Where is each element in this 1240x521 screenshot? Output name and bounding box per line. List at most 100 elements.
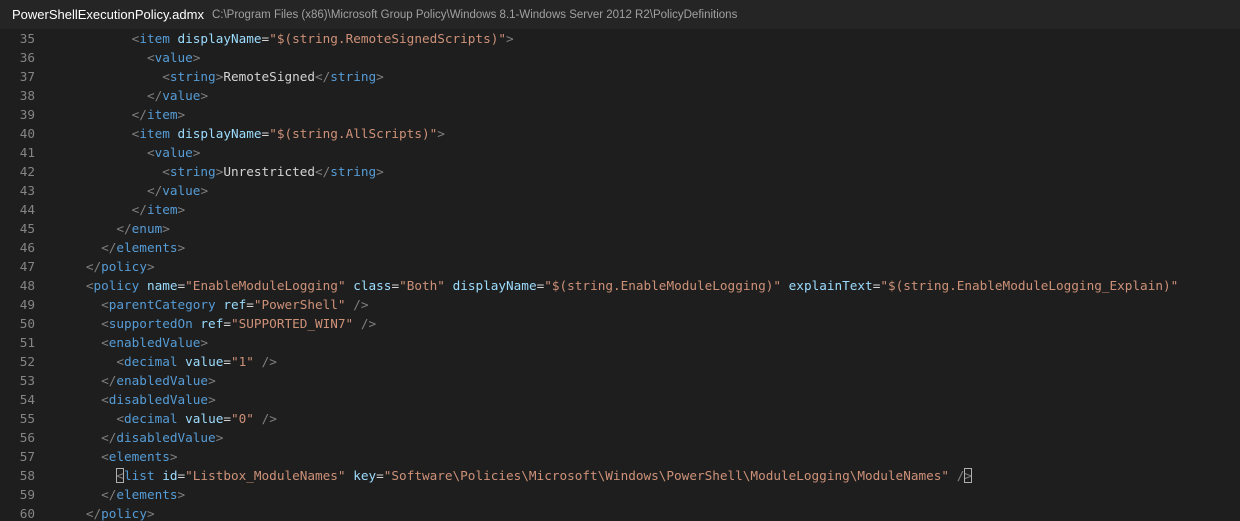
code-line[interactable]: 44 </item> xyxy=(0,200,1240,219)
code-token: > xyxy=(200,335,209,350)
code-line[interactable]: 54 <disabledValue> xyxy=(0,390,1240,409)
line-code: </enum> xyxy=(35,219,169,238)
code-token: = xyxy=(223,411,231,426)
code-line[interactable]: 45 </enum> xyxy=(0,219,1240,238)
code-line[interactable]: 37 <string>RemoteSigned</string> xyxy=(0,67,1240,86)
line-code: <string>RemoteSigned</string> xyxy=(35,67,384,86)
code-token: = xyxy=(223,316,231,331)
code-token: /> xyxy=(353,297,369,312)
code-line[interactable]: 60 </policy> xyxy=(0,504,1240,521)
code-token: </ xyxy=(131,202,147,217)
line-code: </policy> xyxy=(35,504,155,521)
code-token: > xyxy=(376,164,384,179)
code-token: disabledValue xyxy=(108,392,209,407)
code-token: decimal xyxy=(124,354,178,369)
code-line[interactable]: 41 <value> xyxy=(0,143,1240,162)
code-token: </ xyxy=(101,487,117,502)
code-line[interactable]: 36 <value> xyxy=(0,48,1240,67)
matched-bracket: > xyxy=(964,468,972,483)
code-token: < xyxy=(101,392,109,407)
code-token: "Software\Policies\Microsoft\Windows\Pow… xyxy=(383,468,950,483)
code-line[interactable]: 40 <item displayName="$(string.AllScript… xyxy=(0,124,1240,143)
line-code: </value> xyxy=(35,86,208,105)
line-number: 46 xyxy=(19,240,35,255)
code-token: "0" xyxy=(231,411,254,426)
code-token: string xyxy=(330,164,377,179)
title-bar: PowerShellExecutionPolicy.admx C:\Progra… xyxy=(0,0,1240,29)
code-token: < xyxy=(162,69,170,84)
code-token: > xyxy=(177,107,186,122)
code-line[interactable]: 56 </disabledValue> xyxy=(0,428,1240,447)
code-line[interactable]: 57 <elements> xyxy=(0,447,1240,466)
code-token: < xyxy=(101,316,109,331)
code-token: "SUPPORTED_WIN7" xyxy=(230,316,354,331)
code-token: elements xyxy=(108,449,170,464)
code-line[interactable]: 49 <parentCategory ref="PowerShell" /> xyxy=(0,295,1240,314)
code-line[interactable]: 46 </elements> xyxy=(0,238,1240,257)
code-token: item xyxy=(139,126,170,141)
code-line[interactable]: 47 </policy> xyxy=(0,257,1240,276)
code-line[interactable]: 38 </value> xyxy=(0,86,1240,105)
code-editor[interactable]: 35 <item displayName="$(string.RemoteSig… xyxy=(0,29,1240,521)
code-token: </ xyxy=(85,506,102,521)
code-token: value xyxy=(162,183,201,198)
code-line[interactable]: 59 </elements> xyxy=(0,485,1240,504)
code-token: > xyxy=(177,202,186,217)
code-line[interactable]: 51 <enabledValue> xyxy=(0,333,1240,352)
code-line[interactable]: 39 </item> xyxy=(0,105,1240,124)
code-token: = xyxy=(376,468,384,483)
line-number: 52 xyxy=(19,354,35,369)
line-number: 56 xyxy=(19,430,35,445)
code-token: Unrestricted xyxy=(223,164,316,179)
code-line[interactable]: 50 <supportedOn ref="SUPPORTED_WIN7" /> xyxy=(0,314,1240,333)
code-token: </ xyxy=(315,164,331,179)
line-code: <string>Unrestricted</string> xyxy=(35,162,384,181)
code-token: > xyxy=(169,449,178,464)
editor-window: PowerShellExecutionPolicy.admx C:\Progra… xyxy=(0,0,1240,521)
line-code: </disabledValue> xyxy=(35,428,223,447)
line-code: </policy> xyxy=(35,257,155,276)
code-line[interactable]: 43 </value> xyxy=(0,181,1240,200)
code-token: key xyxy=(353,468,377,483)
code-line[interactable]: 48 <policy name="EnableModuleLogging" cl… xyxy=(0,276,1240,295)
code-token: > xyxy=(177,240,186,255)
code-token: displayName xyxy=(177,31,262,46)
code-line[interactable]: 35 <item displayName="$(string.RemoteSig… xyxy=(0,29,1240,48)
code-token: "PowerShell" xyxy=(253,297,346,312)
code-line[interactable]: 58 <list id="Listbox_ModuleNames" key="S… xyxy=(0,466,1240,485)
line-number: 57 xyxy=(19,449,35,464)
code-line[interactable]: 52 <decimal value="1" /> xyxy=(0,352,1240,371)
code-token: </ xyxy=(146,88,163,103)
code-token: elements xyxy=(116,487,178,502)
code-token: supportedOn xyxy=(108,316,193,331)
line-code: </item> xyxy=(35,200,185,219)
code-line[interactable]: 53 </enabledValue> xyxy=(0,371,1240,390)
code-token: > xyxy=(200,88,209,103)
code-token: string xyxy=(169,69,216,84)
code-token: "$(string.RemoteSignedScripts)" xyxy=(269,31,506,46)
code-token: enabledValue xyxy=(116,373,209,388)
code-line[interactable]: 55 <decimal value="0" /> xyxy=(0,409,1240,428)
code-line[interactable]: 42 <string>Unrestricted</string> xyxy=(0,162,1240,181)
code-token: string xyxy=(330,69,377,84)
